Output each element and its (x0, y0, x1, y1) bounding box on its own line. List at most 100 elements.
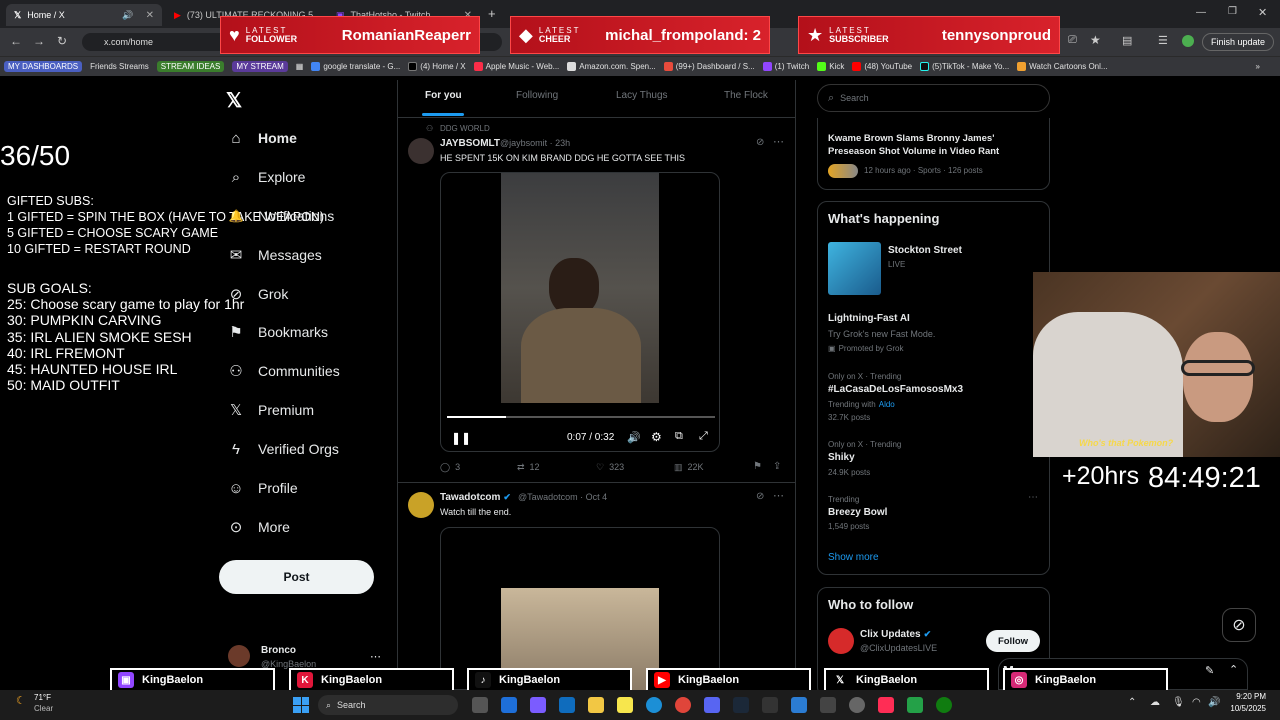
trend-title[interactable]: #LaCasaDeLosFamososMx3 (828, 384, 963, 395)
bookmark-amazon[interactable]: Amazon.com. Spen... (567, 62, 656, 71)
nav-grok[interactable]: ⊘ Grok (228, 281, 289, 307)
minimize-icon[interactable]: — (1196, 7, 1206, 18)
new-tab-icon[interactable]: + (488, 6, 496, 21)
volume-icon[interactable]: 🔊 (1208, 697, 1220, 708)
discord-icon[interactable] (704, 697, 720, 713)
star-icon[interactable]: ★ (1090, 33, 1101, 47)
tiktok-live-icon[interactable] (878, 697, 894, 713)
expand-up-icon[interactable]: ⌃ (1229, 663, 1238, 676)
grok-icon[interactable]: ⊘ (756, 137, 764, 148)
tray-expand-icon[interactable]: ⌃ (1128, 697, 1136, 708)
chrome-icon[interactable] (675, 697, 691, 713)
bookmark-watch-cartoons[interactable]: Watch Cartoons Onl... (1017, 62, 1108, 71)
nav-more[interactable]: ⊙ More (228, 514, 290, 540)
views-button[interactable]: ▥ 22K (674, 462, 704, 473)
trend-with-link[interactable]: Aldo (879, 400, 895, 409)
search-input[interactable]: ⌕ Search (817, 84, 1050, 112)
tweet-author[interactable]: Tawadotcom ✔ (440, 492, 511, 503)
more-icon[interactable]: ⋯ (773, 135, 784, 148)
restore-icon[interactable]: ❐ (1228, 6, 1237, 17)
bookmark-dashboard[interactable]: (99+) Dashboard / S... (663, 62, 755, 71)
edge-icon[interactable] (646, 697, 662, 713)
nav-home[interactable]: ⌂ Home (228, 125, 296, 151)
news-card[interactable]: Kwame Brown Slams Bronny James' Preseaso… (817, 118, 1050, 190)
copilot-icon[interactable] (530, 697, 546, 713)
bookmark-apple-music[interactable]: Apple Music - Web... (473, 62, 559, 71)
profile-avatar[interactable] (1182, 35, 1194, 47)
taskbar-time[interactable]: 9:20 PM (1230, 692, 1266, 701)
post-button[interactable]: Post (219, 560, 374, 594)
steam-icon[interactable] (733, 697, 749, 713)
tweet-context[interactable]: DDG WORLD (440, 124, 490, 133)
volume-icon[interactable]: 🔊 (627, 431, 641, 444)
pause-icon[interactable]: ❚❚ (451, 431, 471, 445)
wifi-icon[interactable]: ◠ (1192, 697, 1201, 708)
tab-for-you[interactable]: For you (425, 90, 462, 101)
tab-the-flock[interactable]: The Flock (724, 90, 768, 101)
forward-icon[interactable]: → (33, 34, 45, 48)
windows-start-icon[interactable] (293, 697, 309, 713)
back-icon[interactable]: ← (10, 34, 22, 48)
tweet-video[interactable]: ❚❚ 0:07 / 0:32 🔊 ⚙ ⧉ ⤢ (440, 172, 720, 452)
capcut-icon[interactable] (820, 697, 836, 713)
bookmark-kick[interactable]: Kick (817, 62, 844, 71)
app-icon[interactable] (907, 697, 923, 713)
grok-icon[interactable]: ⊘ (756, 491, 764, 502)
reply-button[interactable]: ◯ 3 (440, 462, 460, 473)
avatar[interactable] (228, 645, 250, 667)
file-explorer-icon[interactable] (588, 697, 604, 713)
compose-message-icon[interactable]: ✎ (1205, 664, 1214, 677)
tweet-author-name[interactable]: JAYBSOMLT (440, 138, 500, 149)
app-icon[interactable] (791, 697, 807, 713)
extensions-icon[interactable]: ☰ (1158, 34, 1168, 47)
bookmark-icon[interactable]: ⚑ (753, 461, 762, 472)
install-icon[interactable]: ⎚ (1068, 34, 1077, 47)
more-bookmarks-icon[interactable]: » (1256, 62, 1260, 71)
sidebar-icon[interactable]: ▤ (1122, 34, 1132, 47)
epic-games-icon[interactable] (762, 697, 778, 713)
xbox-icon[interactable] (936, 697, 952, 713)
bookmark-friends-streams[interactable]: Friends Streams (90, 62, 149, 71)
x-logo-icon[interactable]: 𝕏 (226, 88, 242, 113)
follow-suggestion-name[interactable]: Clix Updates ✔ (860, 629, 931, 640)
task-view-icon[interactable] (472, 697, 488, 713)
bookmark-youtube[interactable]: (48) YouTube (852, 62, 912, 71)
nav-verified-orgs[interactable]: ϟ Verified Orgs (228, 436, 339, 462)
nav-communities[interactable]: ⚇ Communities (228, 358, 339, 384)
pip-icon[interactable]: ⧉ (675, 430, 683, 443)
bookmark-google-translate[interactable]: google translate - G... (311, 62, 400, 71)
more-icon[interactable]: ⋯ (773, 489, 784, 502)
tray-app-icon[interactable]: ☁ (1150, 697, 1160, 708)
video-progress-track[interactable] (447, 416, 715, 418)
tab-lacy-thugs[interactable]: Lacy Thugs (616, 90, 668, 101)
finish-update-button[interactable]: Finish update (1202, 33, 1275, 51)
more-icon[interactable]: ⋯ (1028, 492, 1038, 503)
outlook-icon[interactable] (559, 697, 575, 713)
repost-button[interactable]: ⇄ 12 (517, 462, 540, 473)
apps-grid-icon[interactable]: ▦ (296, 62, 304, 71)
close-window-icon[interactable]: ✕ (1258, 6, 1267, 19)
weather-temp[interactable]: 71°F (34, 693, 51, 702)
nav-premium[interactable]: 𝕏 Premium (228, 397, 314, 423)
bookmark-my-stream[interactable]: MY STREAM (232, 61, 288, 72)
bookmark-home-x[interactable]: (4) Home / X (408, 62, 466, 71)
follow-button[interactable]: Follow (986, 630, 1040, 652)
nav-bookmarks[interactable]: ⚑ Bookmarks (228, 319, 328, 345)
show-more-link[interactable]: Show more (828, 552, 879, 563)
live-thumbnail[interactable] (828, 242, 881, 295)
nav-notifications[interactable]: 🔔 Notifications (228, 203, 335, 229)
trend-title[interactable]: Breezy Bowl (828, 507, 887, 518)
tweet-video[interactable] (440, 527, 720, 691)
nav-explore[interactable]: ⌕ Explore (228, 164, 306, 190)
bookmark-stream-ideas[interactable]: STREAM IDEAS (156, 61, 225, 72)
tab-home-x[interactable]: 𝕏 Home / X 🔊 ✕ (6, 4, 162, 26)
obs-icon[interactable] (849, 697, 865, 713)
microphone-icon[interactable]: 🎙 (1172, 697, 1185, 708)
fullscreen-icon[interactable]: ⤢ (699, 430, 708, 443)
avatar[interactable] (828, 628, 854, 654)
nav-messages[interactable]: ✉ Messages (228, 242, 322, 268)
live-title[interactable]: Stockton Street (888, 245, 962, 256)
account-menu-icon[interactable]: ⋯ (370, 650, 381, 663)
bookmark-tiktok[interactable]: (5)TikTok - Make Yo... (920, 62, 1009, 71)
bookmark-my-dashboards[interactable]: MY DASHBOARDS (4, 61, 83, 72)
